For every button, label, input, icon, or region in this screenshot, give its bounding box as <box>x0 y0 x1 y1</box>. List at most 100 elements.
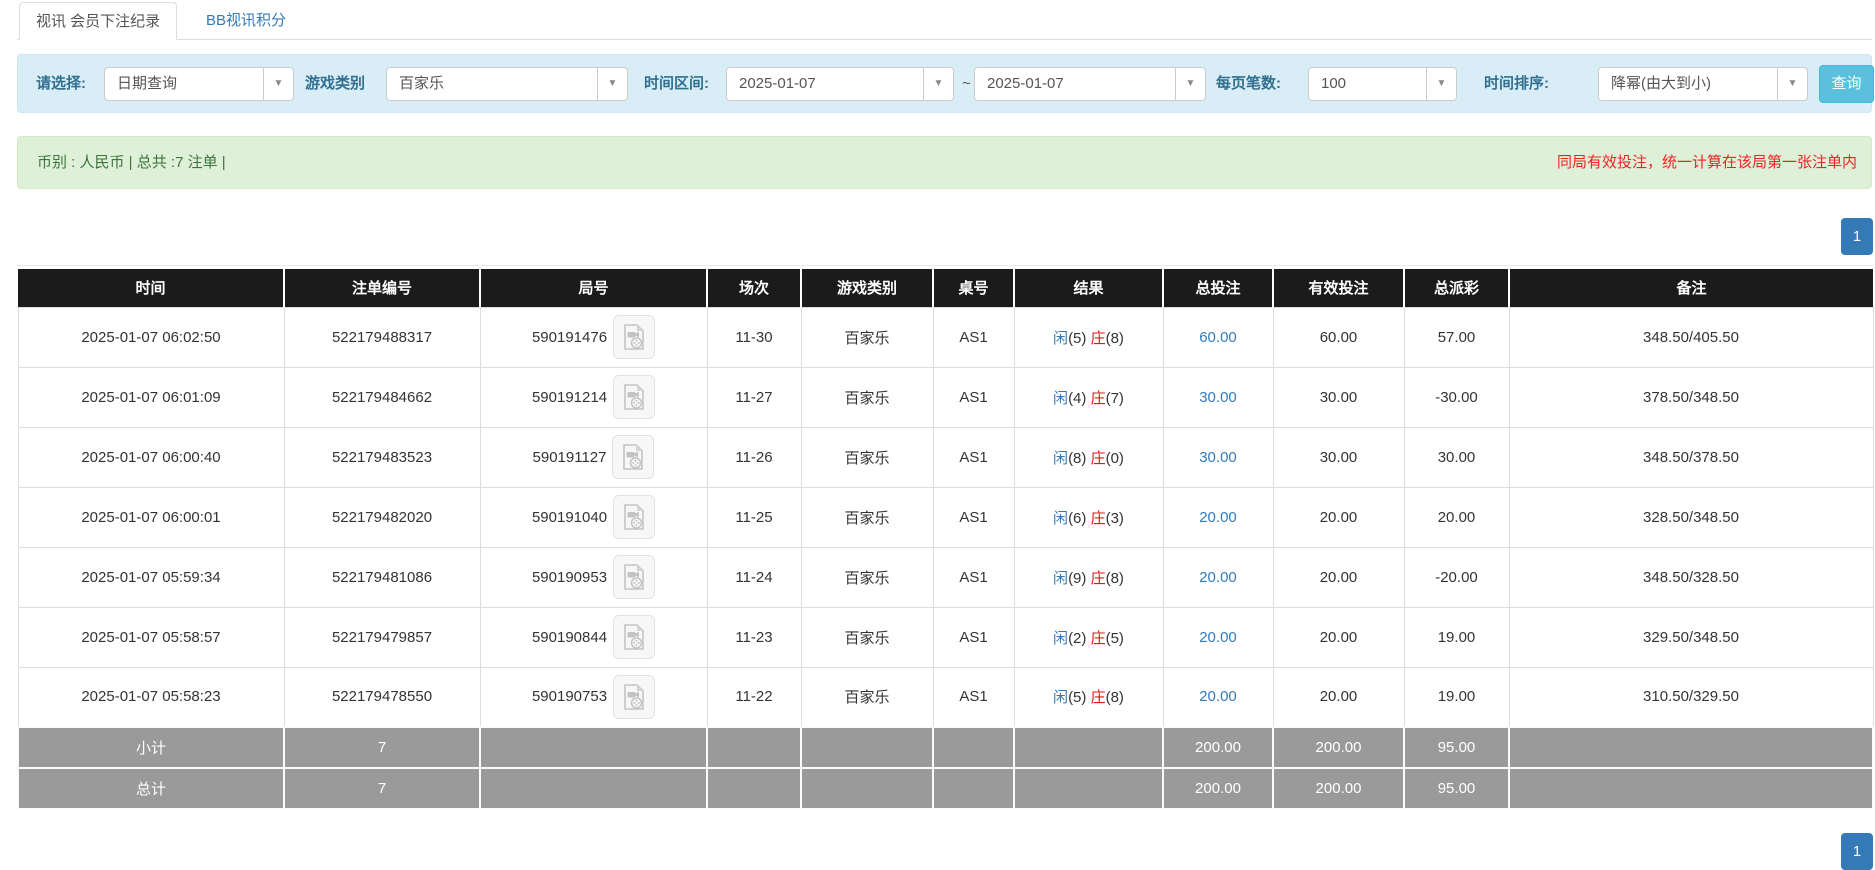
player-result-score: (5) <box>1068 689 1086 706</box>
totals-section: 小计 7 200.00 200.00 95.00 总计 7 200.00 200… <box>18 727 1873 809</box>
cell-game-type: 百家乐 <box>801 607 933 667</box>
video-replay-button[interactable] <box>613 675 655 719</box>
total-bet-link[interactable]: 20.00 <box>1199 569 1237 586</box>
banker-result-score: (5) <box>1106 630 1124 647</box>
cell-result: 闲(9) 庄(8) <box>1014 547 1163 607</box>
total-bet-link[interactable]: 30.00 <box>1199 389 1237 406</box>
date-to-value[interactable]: 2025-01-07 <box>974 67 1176 101</box>
cell-total-bet: 20.00 <box>1163 607 1273 667</box>
round-id-value: 590191127 <box>533 449 607 466</box>
search-button[interactable]: 查询 <box>1819 65 1874 103</box>
chevron-down-icon[interactable]: ▼ <box>264 67 294 101</box>
cell-payout: 57.00 <box>1404 307 1509 367</box>
query-type-dropdown[interactable]: 日期查询 ▼ <box>104 67 294 101</box>
cell-game-type: 百家乐 <box>801 307 933 367</box>
divider <box>17 265 1872 266</box>
cell-bet-id: 522179479857 <box>284 607 480 667</box>
date-from-picker[interactable]: 2025-01-07 ▼ <box>726 67 954 101</box>
subtotal-label: 小计 <box>18 727 284 768</box>
banker-result-score: (3) <box>1106 510 1124 527</box>
date-from-value[interactable]: 2025-01-07 <box>726 67 924 101</box>
per-page-value[interactable]: 100 <box>1308 67 1427 101</box>
col-total-bet: 总投注 <box>1163 269 1273 307</box>
grand-total-label: 总计 <box>18 768 284 809</box>
cell-table-id: AS1 <box>933 307 1014 367</box>
col-bet-id: 注单编号 <box>284 269 480 307</box>
cell-bet-id: 522179478550 <box>284 667 480 727</box>
table-row: 2025-01-07 06:02:50 522179488317 5901914… <box>18 307 1873 367</box>
cell-time: 2025-01-07 06:00:40 <box>18 427 284 487</box>
time-sort-value[interactable]: 降幂(由大到小) <box>1598 67 1778 101</box>
game-type-dropdown[interactable]: 百家乐 ▼ <box>386 67 628 101</box>
grand-total-row: 总计 7 200.00 200.00 95.00 <box>18 768 1873 809</box>
video-replay-button[interactable] <box>613 375 655 419</box>
time-range-label: 时间区间: <box>644 67 709 101</box>
table-row: 2025-01-07 05:59:34 522179481086 5901909… <box>18 547 1873 607</box>
film-document-icon <box>622 444 644 470</box>
cell-remark: 348.50/328.50 <box>1509 547 1873 607</box>
cell-game-type: 百家乐 <box>801 547 933 607</box>
cell-result: 闲(5) 庄(8) <box>1014 307 1163 367</box>
tab-bb-video-points[interactable]: BB视讯积分 <box>190 2 302 40</box>
cell-table-id: AS1 <box>933 667 1014 727</box>
chevron-down-icon[interactable]: ▼ <box>924 67 954 101</box>
cell-round-id: 590191476 <box>480 307 707 367</box>
total-bet-link[interactable]: 20.00 <box>1199 688 1237 705</box>
chevron-down-icon[interactable]: ▼ <box>1176 67 1206 101</box>
cell-round-id: 590191214 <box>480 367 707 427</box>
player-result-label: 闲 <box>1053 689 1068 706</box>
film-document-icon <box>623 564 645 590</box>
film-document-icon <box>623 684 645 710</box>
grand-total-count: 7 <box>284 768 480 809</box>
cell-round-id: 590190753 <box>480 667 707 727</box>
total-bet-link[interactable]: 20.00 <box>1199 629 1237 646</box>
cell-round-id: 590190844 <box>480 607 707 667</box>
total-bet-link[interactable]: 60.00 <box>1199 329 1237 346</box>
grand-total-total-bet: 200.00 <box>1163 768 1273 809</box>
cell-bet-id: 522179483523 <box>284 427 480 487</box>
cell-valid-bet: 20.00 <box>1273 547 1404 607</box>
cell-bet-id: 522179484662 <box>284 367 480 427</box>
video-replay-button[interactable] <box>613 615 655 659</box>
player-result-score: (4) <box>1068 390 1086 407</box>
cell-remark: 348.50/405.50 <box>1509 307 1873 367</box>
film-document-icon <box>623 504 645 530</box>
query-type-value[interactable]: 日期查询 <box>104 67 264 101</box>
cell-session: 11-26 <box>707 427 801 487</box>
game-type-value[interactable]: 百家乐 <box>386 67 598 101</box>
date-to-picker[interactable]: 2025-01-07 ▼ <box>974 67 1206 101</box>
cell-session: 11-23 <box>707 607 801 667</box>
table-row: 2025-01-07 06:01:09 522179484662 5901912… <box>18 367 1873 427</box>
cell-total-bet: 20.00 <box>1163 667 1273 727</box>
banker-result-label: 庄 <box>1091 630 1106 647</box>
pagination-page-1-bottom[interactable]: 1 <box>1841 833 1873 870</box>
chevron-down-icon[interactable]: ▼ <box>1427 67 1457 101</box>
player-result-score: (8) <box>1068 450 1086 467</box>
banker-result-label: 庄 <box>1091 689 1106 706</box>
player-result-label: 闲 <box>1053 510 1068 527</box>
cell-total-bet: 30.00 <box>1163 367 1273 427</box>
subtotal-row: 小计 7 200.00 200.00 95.00 <box>18 727 1873 768</box>
per-page-dropdown[interactable]: 100 ▼ <box>1308 67 1457 101</box>
time-sort-dropdown[interactable]: 降幂(由大到小) ▼ <box>1598 67 1808 101</box>
video-replay-button[interactable] <box>613 495 655 539</box>
video-replay-button[interactable] <box>613 555 655 599</box>
cell-time: 2025-01-07 06:01:09 <box>18 367 284 427</box>
table-row: 2025-01-07 05:58:57 522179479857 5901908… <box>18 607 1873 667</box>
video-replay-button[interactable] <box>612 435 654 479</box>
grand-total-valid-bet: 200.00 <box>1273 768 1404 809</box>
banker-result-score: (7) <box>1106 390 1124 407</box>
chevron-down-icon[interactable]: ▼ <box>598 67 628 101</box>
video-replay-button[interactable] <box>613 315 655 359</box>
cell-session: 11-30 <box>707 307 801 367</box>
chevron-down-icon[interactable]: ▼ <box>1778 67 1808 101</box>
banker-result-label: 庄 <box>1091 330 1106 347</box>
table-header: 时间 注单编号 局号 场次 游戏类别 桌号 结果 总投注 有效投注 总派彩 备注 <box>18 269 1873 307</box>
tab-bar: 视讯 会员下注纪录 BB视讯积分 <box>0 0 1875 41</box>
player-result-label: 闲 <box>1053 390 1068 407</box>
total-bet-link[interactable]: 30.00 <box>1199 449 1237 466</box>
total-bet-link[interactable]: 20.00 <box>1199 509 1237 526</box>
tab-video-bet-records[interactable]: 视讯 会员下注纪录 <box>19 2 177 40</box>
bet-records-table: 时间 注单编号 局号 场次 游戏类别 桌号 结果 总投注 有效投注 总派彩 备注… <box>17 269 1874 810</box>
pagination-page-1[interactable]: 1 <box>1841 218 1873 255</box>
